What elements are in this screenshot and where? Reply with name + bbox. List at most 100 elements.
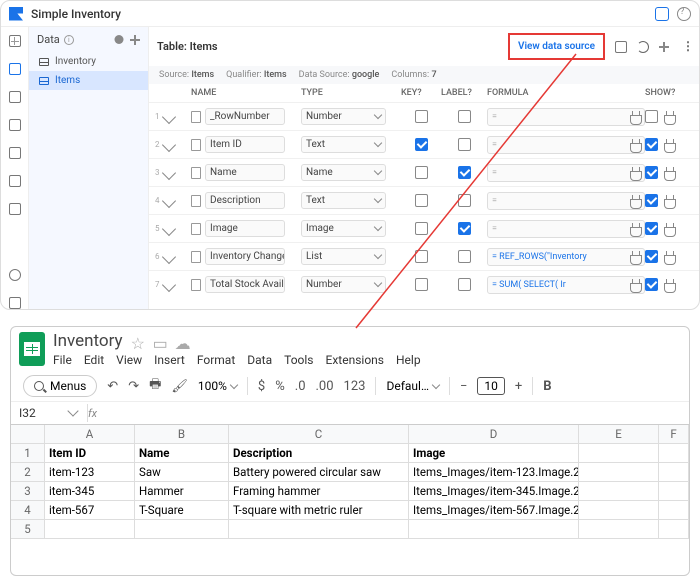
menu-edit[interactable]: Edit bbox=[84, 353, 104, 367]
formula-input[interactable]: = bbox=[487, 108, 645, 126]
show-checkbox[interactable] bbox=[645, 250, 658, 263]
increase-decimal-icon[interactable]: .00 bbox=[316, 379, 334, 394]
add-table-icon[interactable] bbox=[130, 35, 140, 45]
label-checkbox[interactable] bbox=[458, 278, 471, 291]
decrease-decimal-icon[interactable]: .0 bbox=[295, 379, 306, 394]
cell[interactable]: Items_Images/item-345.Image.211436.png bbox=[409, 482, 579, 501]
formula-input[interactable]: = bbox=[487, 220, 645, 238]
show-checkbox[interactable] bbox=[645, 110, 658, 123]
col-letter[interactable]: C bbox=[229, 425, 409, 444]
zoom-select[interactable]: 100% bbox=[198, 379, 237, 393]
cell[interactable]: Saw bbox=[135, 463, 229, 482]
undo-icon[interactable]: ↶ bbox=[107, 379, 118, 394]
menu-insert[interactable]: Insert bbox=[154, 353, 185, 367]
cell[interactable] bbox=[135, 520, 229, 539]
show-checkbox[interactable] bbox=[645, 194, 658, 207]
column-type-select[interactable]: Text bbox=[301, 192, 386, 209]
menu-file[interactable]: File bbox=[53, 353, 72, 367]
menu-data[interactable]: Data bbox=[247, 353, 272, 367]
column-name-input[interactable]: Description bbox=[205, 192, 285, 209]
search-tables-icon[interactable] bbox=[114, 35, 124, 45]
cell[interactable]: Battery powered circular saw bbox=[229, 463, 409, 482]
row-number[interactable]: 3 bbox=[11, 482, 45, 501]
cell[interactable] bbox=[579, 482, 659, 501]
home-nav-icon[interactable] bbox=[9, 35, 21, 47]
percent-icon[interactable]: % bbox=[275, 379, 285, 394]
col-letter[interactable]: F bbox=[659, 425, 689, 444]
corner-cell[interactable] bbox=[11, 425, 45, 444]
menu-help[interactable]: Help bbox=[396, 353, 421, 367]
print-icon[interactable]: 🖶 bbox=[149, 375, 161, 397]
formula-input[interactable]: = bbox=[487, 192, 645, 210]
row-number[interactable]: 2 bbox=[11, 463, 45, 482]
key-checkbox[interactable] bbox=[415, 166, 428, 179]
bold-icon[interactable]: B bbox=[543, 379, 551, 394]
cell[interactable]: Hammer bbox=[135, 482, 229, 501]
key-checkbox[interactable] bbox=[415, 222, 428, 235]
security-nav-icon[interactable] bbox=[9, 175, 21, 187]
edit-column-icon[interactable] bbox=[161, 221, 175, 235]
label-checkbox[interactable] bbox=[458, 138, 471, 151]
font-size-increase[interactable]: + bbox=[515, 379, 522, 394]
add-column-icon[interactable] bbox=[659, 42, 669, 52]
edit-column-icon[interactable] bbox=[161, 249, 175, 263]
cell[interactable]: Items_Images/item-567.Image.211512.png bbox=[409, 501, 579, 520]
cell[interactable] bbox=[579, 520, 659, 539]
cell[interactable] bbox=[409, 520, 579, 539]
formula-input[interactable]: = SUM( SELECT( Ir bbox=[487, 276, 645, 294]
key-checkbox[interactable] bbox=[415, 138, 428, 151]
edit-column-icon[interactable] bbox=[161, 193, 175, 207]
presentation-mode-icon[interactable] bbox=[655, 7, 669, 21]
refresh-icon[interactable] bbox=[637, 41, 649, 53]
edit-column-icon[interactable] bbox=[161, 109, 175, 123]
help-icon[interactable] bbox=[677, 7, 691, 21]
column-type-select[interactable]: List bbox=[301, 248, 386, 265]
column-type-select[interactable]: Text bbox=[301, 136, 386, 153]
column-name-input[interactable]: _RowNumber bbox=[205, 108, 285, 125]
column-name-input[interactable]: Item ID bbox=[205, 136, 285, 153]
column-type-select[interactable]: Number bbox=[301, 276, 386, 293]
font-size-decrease[interactable]: − bbox=[460, 379, 467, 394]
column-type-select[interactable]: Name bbox=[301, 164, 386, 181]
header-cell[interactable]: Name bbox=[135, 444, 229, 463]
cell[interactable] bbox=[579, 463, 659, 482]
formula-input[interactable]: = bbox=[487, 164, 645, 182]
cell[interactable] bbox=[659, 463, 689, 482]
name-box[interactable]: I32 bbox=[19, 406, 69, 420]
cell[interactable] bbox=[659, 501, 689, 520]
show-checkbox[interactable] bbox=[645, 166, 658, 179]
cell[interactable]: item-123 bbox=[45, 463, 135, 482]
regen-structure-icon[interactable] bbox=[615, 41, 627, 53]
menu-tools[interactable]: Tools bbox=[284, 353, 313, 367]
currency-icon[interactable]: $ bbox=[258, 379, 265, 394]
key-checkbox[interactable] bbox=[415, 250, 428, 263]
sidebar-item-items[interactable]: Items bbox=[29, 71, 148, 90]
more-formats-icon[interactable]: 123 bbox=[344, 379, 366, 394]
column-name-input[interactable]: Image bbox=[205, 220, 285, 237]
views-nav-icon[interactable] bbox=[9, 91, 21, 103]
manage-nav-icon[interactable] bbox=[9, 297, 21, 309]
cloud-status-icon[interactable]: ☁ bbox=[175, 334, 189, 348]
redo-icon[interactable]: ↷ bbox=[128, 379, 139, 394]
row-number[interactable]: 4 bbox=[11, 501, 45, 520]
label-checkbox[interactable] bbox=[458, 250, 471, 263]
view-data-source-link[interactable]: View data source bbox=[508, 33, 605, 60]
edit-column-icon[interactable] bbox=[161, 137, 175, 151]
automation-nav-icon[interactable] bbox=[9, 147, 21, 159]
cell[interactable]: T-Square bbox=[135, 501, 229, 520]
cell[interactable]: Framing hammer bbox=[229, 482, 409, 501]
star-icon[interactable]: ☆ bbox=[131, 334, 145, 348]
key-checkbox[interactable] bbox=[415, 278, 428, 291]
spreadsheet-grid[interactable]: ABCDEF1Item IDNameDescriptionImage2item-… bbox=[11, 425, 689, 539]
paint-format-icon[interactable]: 🖌 bbox=[171, 379, 188, 394]
column-name-input[interactable]: Name bbox=[205, 164, 285, 181]
font-select[interactable]: Defaul… bbox=[386, 379, 439, 393]
col-letter[interactable]: E bbox=[579, 425, 659, 444]
label-checkbox[interactable] bbox=[458, 166, 471, 179]
show-checkbox[interactable] bbox=[645, 222, 658, 235]
label-checkbox[interactable] bbox=[458, 222, 471, 235]
move-icon[interactable]: ▭ bbox=[153, 334, 167, 348]
column-type-select[interactable]: Number bbox=[301, 108, 386, 125]
cell[interactable] bbox=[45, 520, 135, 539]
row-number[interactable]: 5 bbox=[11, 520, 45, 539]
